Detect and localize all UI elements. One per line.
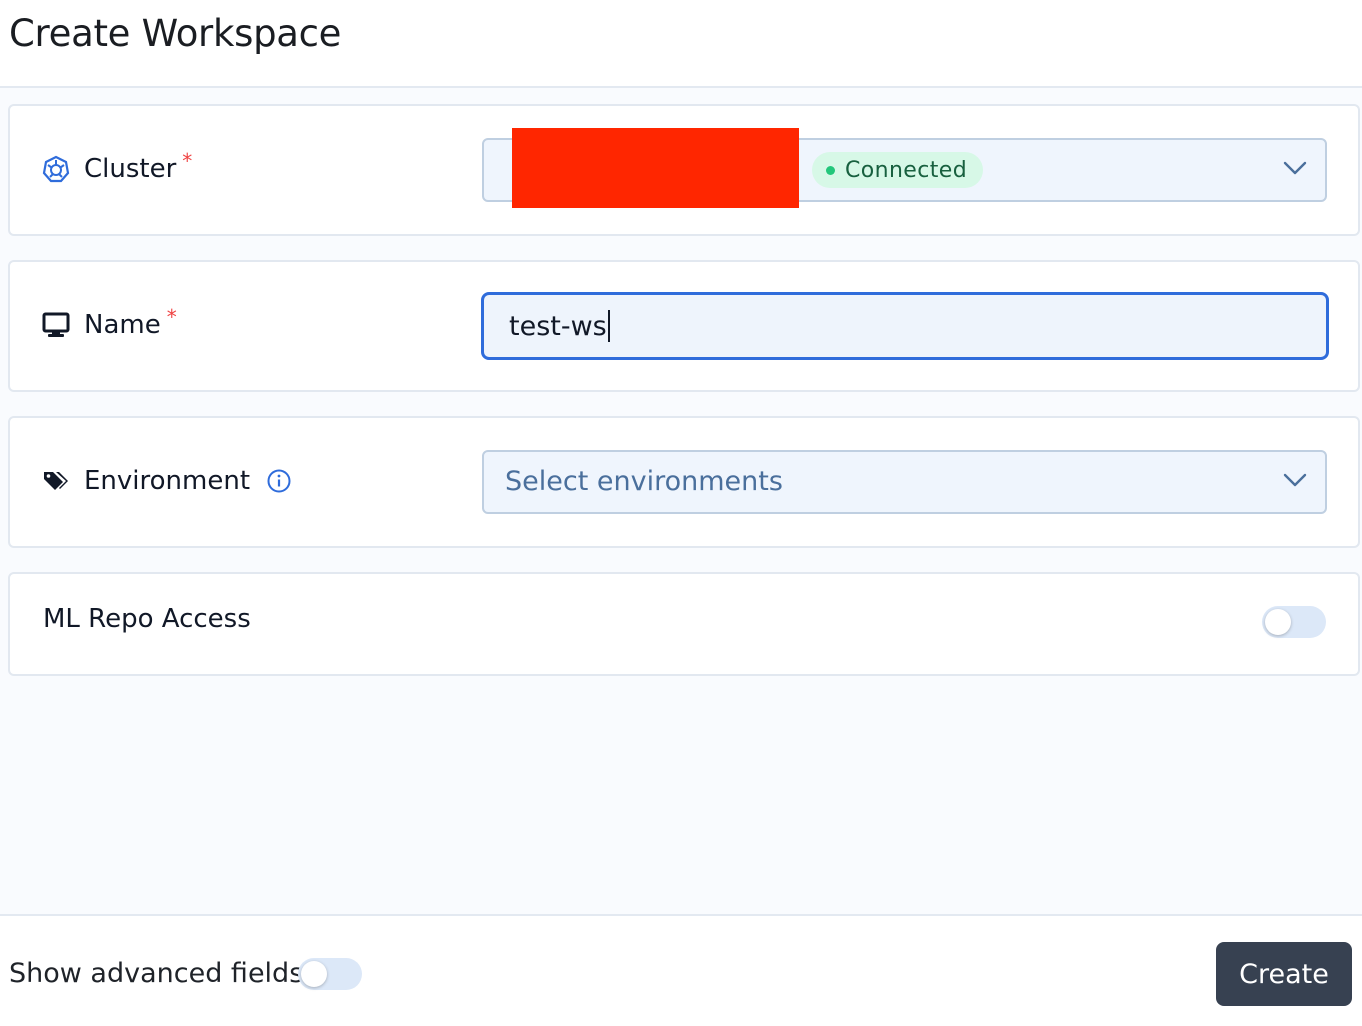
toggle-knob — [1265, 609, 1291, 635]
name-card: Name * test-ws — [8, 260, 1360, 392]
status-dot-icon — [826, 165, 835, 175]
environment-label: Environment — [42, 466, 292, 496]
chevron-down-icon[interactable] — [1283, 160, 1307, 180]
environment-label-text: Environment — [84, 466, 251, 496]
text-caret — [607, 310, 610, 342]
cluster-select[interactable]: Connected — [482, 128, 1327, 208]
name-input[interactable]: test-ws — [481, 292, 1329, 360]
name-input-value: test-ws — [509, 310, 607, 342]
connection-status-badge: Connected — [812, 152, 984, 188]
environment-placeholder: Select environments — [505, 466, 783, 497]
show-advanced-fields-toggle[interactable] — [298, 958, 362, 990]
ml-repo-access-toggle[interactable] — [1262, 606, 1326, 638]
tags-icon — [42, 469, 70, 493]
cluster-card: Cluster * Connected — [8, 104, 1360, 236]
show-advanced-fields-label: Show advanced fields — [9, 958, 304, 989]
info-circle-icon[interactable] — [266, 468, 292, 494]
toggle-knob — [301, 961, 327, 987]
environment-select[interactable]: Select environments — [482, 450, 1327, 514]
connection-status-text: Connected — [845, 157, 968, 183]
ml-repo-access-card: ML Repo Access — [8, 572, 1360, 676]
kubernetes-helm-icon — [42, 155, 70, 183]
page-title: Create Workspace — [9, 12, 342, 55]
redacted-cluster-name — [512, 128, 799, 208]
name-label: Name * — [42, 305, 177, 340]
required-marker: * — [166, 305, 177, 329]
cluster-label-text: Cluster — [84, 154, 177, 184]
monitor-icon — [42, 312, 70, 338]
chevron-down-icon[interactable] — [1283, 472, 1307, 492]
create-button[interactable]: Create — [1216, 942, 1352, 1006]
name-label-text: Name — [84, 310, 161, 340]
environment-card: Environment Select environments — [8, 416, 1360, 548]
footer-bar: Show advanced fields Create — [0, 914, 1362, 1026]
ml-repo-access-label: ML Repo Access — [43, 604, 251, 634]
page-header: Create Workspace — [0, 0, 1362, 88]
required-marker: * — [182, 149, 193, 173]
cluster-label: Cluster * — [42, 149, 192, 184]
